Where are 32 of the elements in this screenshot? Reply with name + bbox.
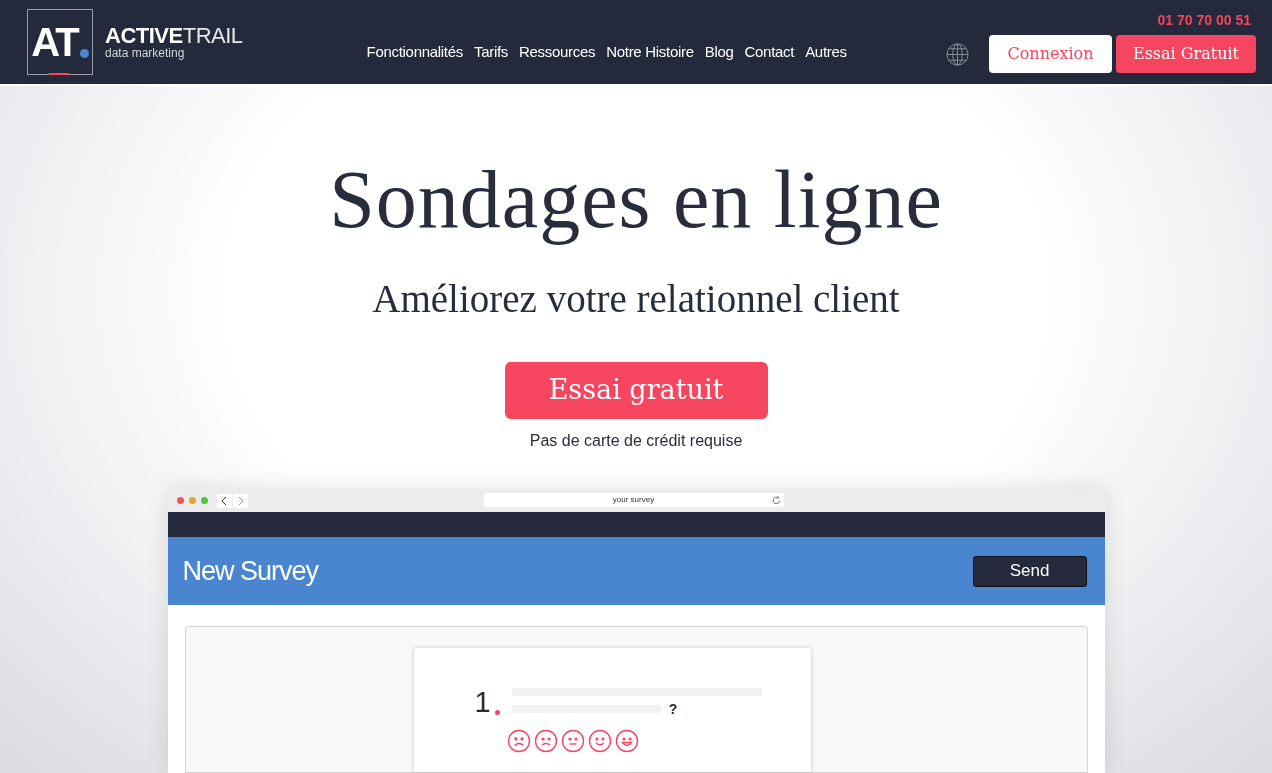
nav-link[interactable]: Tarifs: [473, 40, 508, 64]
face-icon[interactable]: [560, 729, 585, 753]
question-mark: ?: [668, 702, 678, 716]
nav-link[interactable]: Blog: [704, 40, 734, 64]
cta-button[interactable]: Essai gratuit: [504, 362, 768, 419]
brand-tagline: data marketing: [105, 47, 186, 59]
hero-subtitle: Améliorez votre relationnel client: [372, 279, 900, 318]
face-icon[interactable]: [614, 729, 639, 753]
address-bar[interactable]: your survey: [483, 493, 784, 507]
face-icon[interactable]: [533, 729, 558, 753]
nav-link[interactable]: Autres: [805, 40, 847, 64]
survey-title: New Survey: [182, 554, 319, 588]
underline-mark: [49, 73, 69, 75]
back-icon[interactable]: [216, 493, 232, 508]
brand-name: ACTIVETRAIL: [105, 25, 243, 47]
login-button[interactable]: Connexion: [989, 35, 1112, 73]
logo[interactable]: AT ACTIVETRAIL data marketing: [27, 9, 243, 75]
face-icon[interactable]: [506, 729, 531, 753]
cta-note: Pas de carte de crédit requise: [529, 431, 743, 451]
globe-icon[interactable]: [946, 42, 969, 66]
phone-number[interactable]: 01 70 70 00 51: [1157, 10, 1251, 31]
logo-mark: AT: [31, 22, 78, 62]
nav-link[interactable]: Fonctionnalités: [366, 40, 463, 64]
nav-link[interactable]: Ressources: [519, 40, 596, 64]
nav-link[interactable]: Notre Histoire: [606, 40, 694, 64]
send-button[interactable]: Send: [972, 555, 1087, 587]
trial-button[interactable]: Essai Gratuit: [1116, 35, 1256, 73]
reload-icon[interactable]: [771, 496, 781, 505]
question-number: 1: [474, 688, 491, 717]
face-icon[interactable]: [587, 729, 612, 753]
address-text: your survey: [612, 494, 655, 506]
nav-link[interactable]: Contact: [744, 40, 795, 64]
